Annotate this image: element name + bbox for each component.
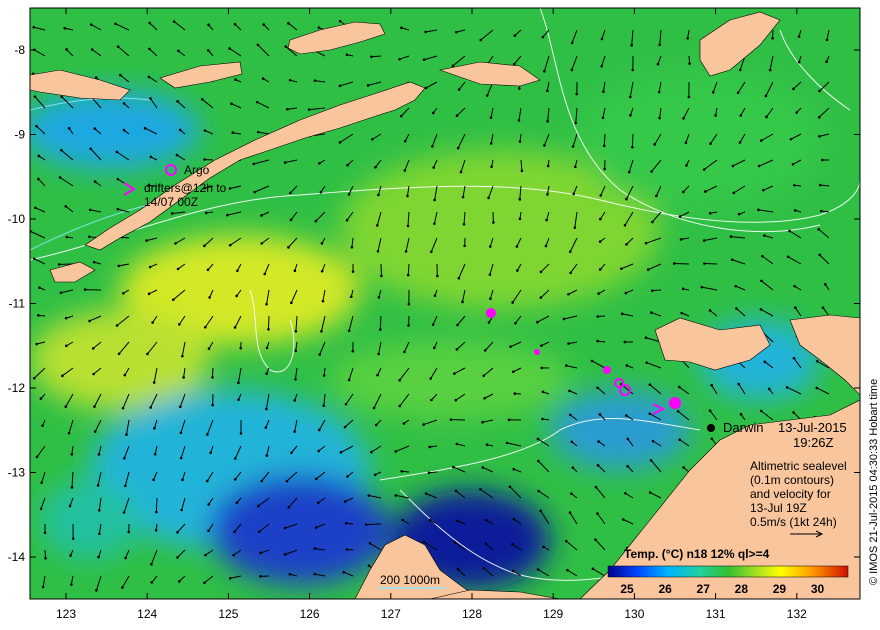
colorbar-title: Temp. (°C) n18 12% ql>=4: [624, 547, 770, 561]
y-tick-label: -12: [8, 381, 26, 395]
x-tick-label: 132: [787, 607, 807, 621]
plot-area: [30, 8, 860, 599]
x-tick-label: 130: [624, 607, 644, 621]
colorbar-tick-label: 27: [697, 582, 711, 596]
x-tick-label: 131: [706, 607, 726, 621]
info-line: Altimetric sealevel: [750, 459, 847, 473]
x-tick-label: 127: [381, 607, 401, 621]
colorbar-tick-label: 29: [773, 582, 787, 596]
darwin-label: Darwin: [723, 420, 763, 435]
colorbar-tick-label: 28: [735, 582, 749, 596]
colorbar-tick-label: 25: [620, 582, 634, 596]
argo-legend-label: Argo: [184, 163, 210, 177]
colorbar-tick-label: 26: [658, 582, 672, 596]
y-tick-label: -9: [14, 128, 25, 142]
depth-scale-label: 200 1000m: [380, 573, 440, 587]
x-tick-label: 125: [218, 607, 238, 621]
info-line: (0.1m contours): [750, 473, 834, 487]
x-tick-label: 124: [137, 607, 157, 621]
sst-map: Argo drifters@12h to 14/07 00Z Darwin 13…: [8, 7, 880, 621]
date-label: 13-Jul-2015: [778, 420, 847, 435]
y-tick-label: -8: [14, 43, 25, 57]
info-line: 13-Jul 19Z: [750, 501, 807, 515]
info-line: 0.5m/s (1kt 24h): [750, 515, 837, 529]
y-tick-label: -13: [8, 466, 26, 480]
drifters-legend-label-1: drifters@12h to: [144, 181, 227, 195]
x-tick-label: 123: [56, 607, 76, 621]
y-tick-label: -11: [9, 297, 26, 311]
x-tick-label: 126: [300, 607, 320, 621]
colorbar-gradient: [607, 565, 849, 578]
y-tick-label: -10: [8, 212, 26, 226]
y-tick-label: -14: [8, 550, 26, 564]
x-tick-label: 129: [543, 607, 563, 621]
colorbar-tick-label: 30: [811, 582, 825, 596]
credit-text: © IMOS 21-Jul-2015 04:30:33 Hobart time: [868, 379, 880, 585]
info-line: and velocity for: [750, 487, 831, 501]
drifters-legend-label-2: 14/07 00Z: [144, 195, 198, 209]
time-label: 19:26Z: [793, 435, 834, 450]
darwin-marker: [707, 424, 715, 432]
x-tick-label: 128: [462, 607, 482, 621]
